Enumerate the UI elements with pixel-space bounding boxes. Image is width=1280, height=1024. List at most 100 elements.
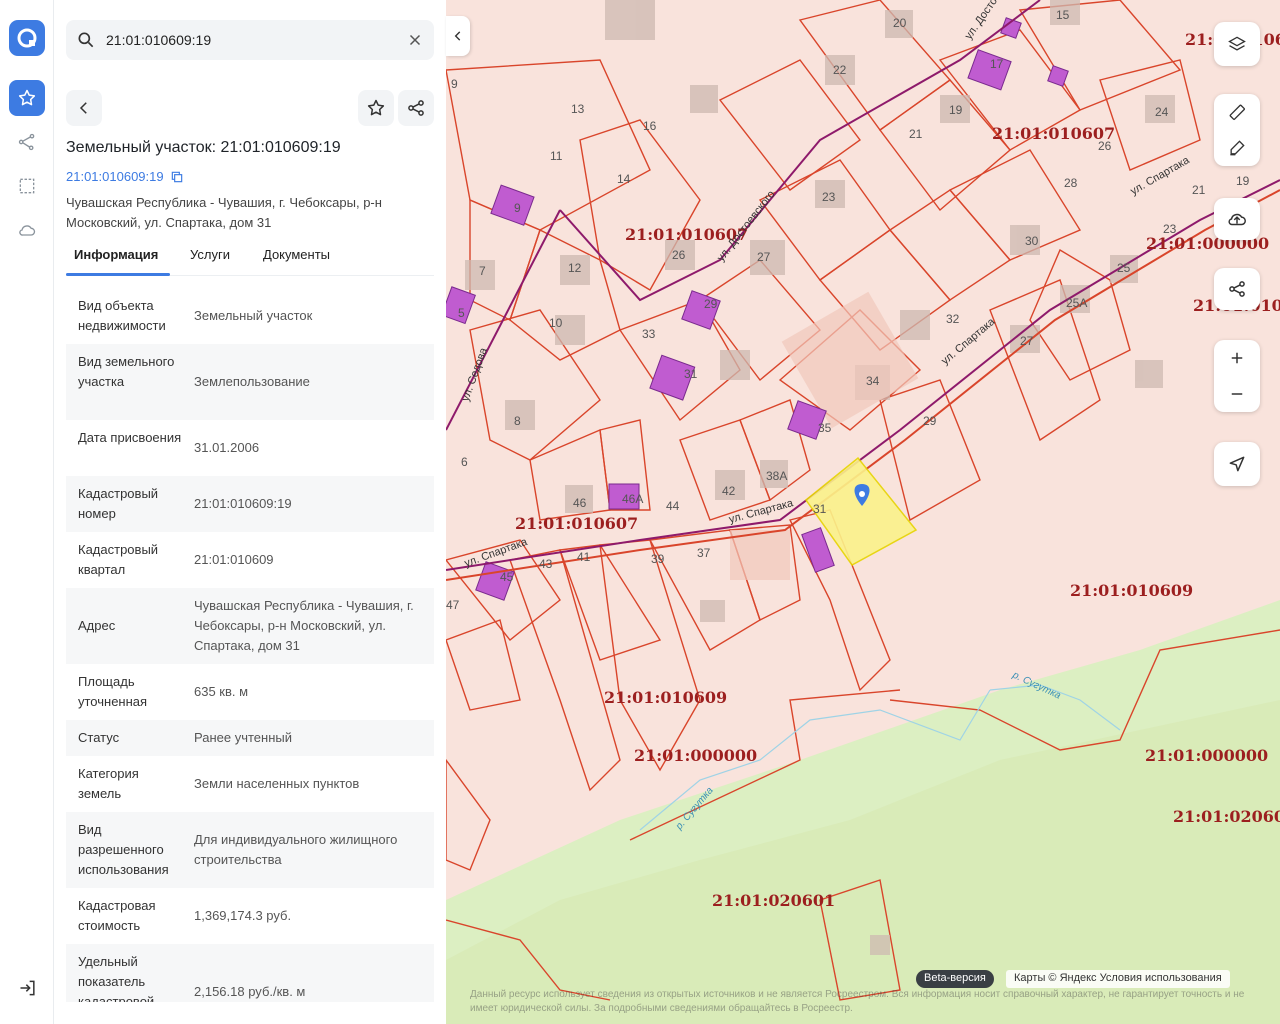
tab-information[interactable]: Информация [74,247,158,262]
info-value: 21:01:010609:19 [194,496,292,511]
tab-services[interactable]: Услуги [190,247,230,262]
search-bar[interactable]: 21:01:010609:19 [66,20,434,60]
house-number: 9 [514,201,521,215]
back-button[interactable] [66,90,102,126]
house-number: 13 [571,102,585,116]
house-number: 45 [500,570,514,584]
info-row: Адрес Чувашская Республика - Чувашия, г.… [66,588,434,664]
share-button[interactable] [398,90,434,126]
house-number: 27 [1020,334,1034,348]
chevron-left-icon [454,31,461,41]
house-number: 8 [514,414,521,428]
plus-icon [1231,352,1243,364]
layers-button[interactable] [1214,22,1260,66]
info-value: 31.01.2006 [194,440,260,455]
edit-icon [1230,140,1245,156]
info-value: 21:01:010609 [194,552,274,567]
zoom-in-button[interactable] [1214,340,1260,376]
minus-icon [1231,393,1243,395]
quarter-label: 21:01:010607 [515,514,638,533]
info-value: 2,156.18 руб./кв. м [194,984,306,999]
object-address: Чувашская Республика - Чувашия, г. Чебок… [66,195,382,230]
collapse-panel-button[interactable] [446,16,470,56]
info-row: Вид земельного участка Землепользование [66,344,434,420]
selection-area-icon[interactable] [9,168,45,204]
cloud-icon[interactable] [9,212,45,248]
info-key: Вид разрешенного использования [78,822,169,877]
map-disclaimer: Данный ресурс использует сведения из отк… [470,989,1245,1014]
house-number: 26 [672,248,686,262]
search-icon [76,30,96,55]
house-number: 25А [1066,296,1087,310]
street-label: ул. Спартака [728,497,796,526]
info-key: Адрес [78,618,116,633]
quarter-label: 21:01:000000 [634,746,757,765]
chevron-left-icon [79,102,87,114]
location-marker-dot [859,491,865,497]
add-favorite-button[interactable] [358,90,394,126]
route-icon[interactable] [9,124,45,160]
tabs: Информация Услуги Документы [66,240,434,276]
house-number: 19 [1236,174,1250,188]
info-row: Кадастровая стоимость 1,369,174.3 руб. [66,888,434,944]
info-row: Кадастровый номер 21:01:010609:19 [66,476,434,532]
house-number: 16 [643,119,657,133]
info-key: Статус [78,730,120,745]
info-key: Кадастровый квартал [78,542,159,577]
info-key: Вид земельного участка [78,354,175,389]
geolocation-button[interactable] [1214,442,1260,486]
info-key: Дата присвоения [78,430,182,445]
map-canvas[interactable]: 21:01:010607 21:01:010607 21:01:010607 2… [446,0,1280,1024]
cadastral-number-text[interactable]: 21:01:010609:19 [66,169,164,184]
app-logo-icon[interactable] [9,20,45,56]
edit-button[interactable] [1214,130,1260,166]
search-input[interactable]: 21:01:010609:19 [106,32,211,48]
house-number: 47 [446,598,460,612]
logout-icon[interactable] [18,978,38,1003]
house-number: 20 [893,16,907,30]
ruler-button[interactable] [1214,94,1260,130]
map-share-button[interactable] [1214,268,1260,310]
tools-group [1214,94,1260,166]
quarter-label: 21:01:020601 [712,891,835,910]
upload-button[interactable] [1214,198,1260,240]
info-value: Земли населенных пунктов [194,776,360,791]
info-row: Вид разрешенного использования Для индив… [66,812,434,888]
house-number: 38А [766,469,787,483]
share-icon [1229,281,1245,297]
info-table: Вид объекта недвижимости Земельный участ… [66,288,434,1002]
info-row: Удельный показатель кадастровой 2,156.18… [66,944,434,1002]
house-number: 31 [684,367,698,381]
house-number: 46А [622,492,643,506]
beta-badge: Beta-версия [916,970,994,988]
object-title: Земельный участок: 21:01:010609:19 [66,139,341,156]
zoom-out-button[interactable] [1214,376,1260,412]
quarter-label: 21:01:020601 [1173,807,1280,826]
house-number: 35 [818,421,832,435]
house-number: 37 [697,546,711,560]
quarter-label: 21:01:010609 [604,688,727,707]
favorites-icon[interactable] [9,80,45,116]
info-value: Чувашская Республика - Чувашия, г. Чебок… [194,598,414,653]
house-number: 23 [822,190,836,204]
info-key: Площадь уточненная [78,674,148,709]
zoom-controls [1214,340,1260,412]
navigation-arrow-icon [1229,456,1245,472]
house-number: 19 [949,103,963,117]
copy-icon [171,171,182,182]
house-number: 6 [461,455,468,469]
house-number: 46 [573,496,587,510]
cadastral-number-link[interactable]: 21:01:010609:19 [66,169,184,184]
map-copyright[interactable]: Карты © Яндекс Условия использования [1006,970,1230,988]
left-rail [0,0,54,1024]
house-number: 12 [568,261,582,275]
quarter-label: 21:01:010609 [1070,581,1193,600]
house-number: 39 [651,552,665,566]
house-number: 21 [1192,183,1206,197]
tab-documents[interactable]: Документы [263,247,330,262]
info-value: 1,369,174.3 руб. [194,908,292,923]
cadastral-map[interactable]: 21:01:010607 21:01:010607 21:01:010607 2… [446,0,1280,1024]
share-icon [408,100,424,116]
clear-search-icon[interactable] [406,31,424,54]
house-number: 15 [1056,8,1070,22]
